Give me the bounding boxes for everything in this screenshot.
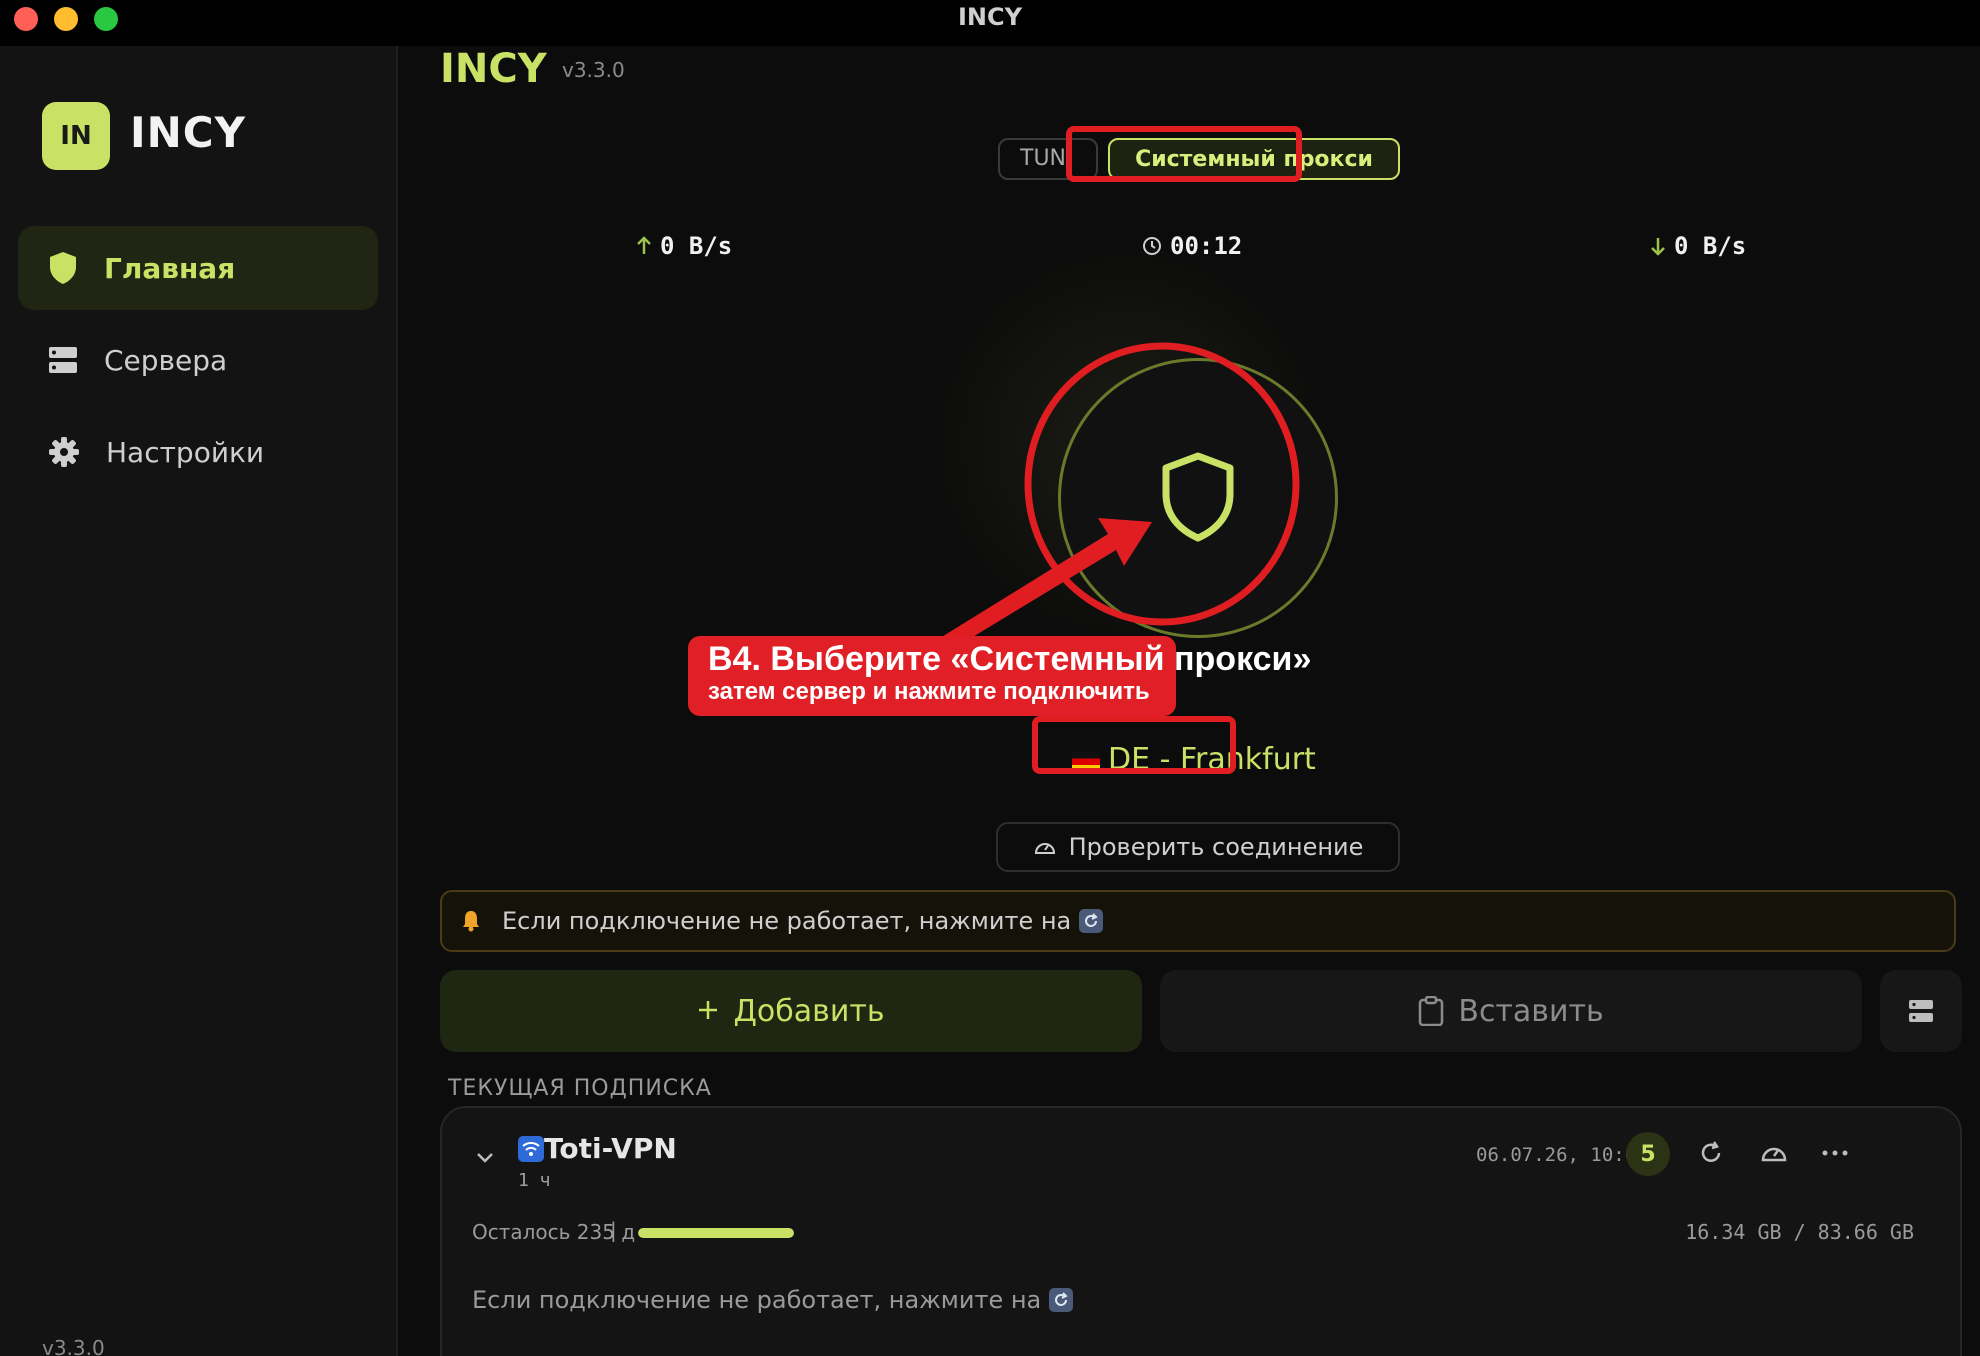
shield-icon xyxy=(50,252,76,284)
subscription-name: Toti-VPN xyxy=(544,1132,677,1165)
chevron-down-icon[interactable] xyxy=(476,1152,494,1164)
sidebar: IN INCY Главная Сервера Настройки v3.3.0 xyxy=(0,46,398,1356)
check-connection-button[interactable]: Проверить соединение xyxy=(996,822,1400,872)
sidebar-item-home[interactable]: Главная xyxy=(18,226,378,310)
paste-label: Вставить xyxy=(1458,993,1604,1029)
usage-progress-bar xyxy=(638,1228,794,1238)
highlight-box-proxy xyxy=(1066,126,1302,182)
bell-icon xyxy=(463,911,479,932)
callout-subtitle: затем сервер и нажмите подключить xyxy=(708,678,1150,705)
server-count-badge: 5 xyxy=(1626,1132,1670,1176)
upload-speed: 0 B/s xyxy=(636,232,732,260)
refresh-icon[interactable] xyxy=(1698,1140,1724,1166)
more-options-icon[interactable] xyxy=(1822,1150,1848,1156)
speedometer-icon[interactable] xyxy=(1760,1140,1788,1166)
wifi-icon xyxy=(518,1136,544,1162)
sidebar-item-settings[interactable]: Настройки xyxy=(18,410,378,494)
app-version: v3.3.0 xyxy=(562,58,625,82)
shield-outline-icon xyxy=(1162,452,1234,542)
sidebar-version: v3.3.0 xyxy=(42,1336,105,1356)
server-icon xyxy=(49,347,77,373)
add-label: Добавить xyxy=(733,993,885,1029)
check-connection-label: Проверить соединение xyxy=(1068,833,1364,861)
notice-text: Если подключение не работает, нажмите на xyxy=(502,907,1072,935)
usage-progress-fill xyxy=(638,1228,794,1238)
add-subscription-button[interactable]: Добавить xyxy=(440,970,1142,1052)
app-logo: IN xyxy=(42,102,110,170)
server-icon xyxy=(1909,1000,1933,1022)
subscription-message-text: Если подключение не работает, нажмите на xyxy=(472,1286,1042,1314)
sidebar-item-label: Главная xyxy=(104,251,236,285)
gear-icon xyxy=(49,437,79,467)
clipboard-icon xyxy=(1419,996,1444,1026)
paste-button[interactable]: Вставить xyxy=(1160,970,1862,1052)
refresh-icon xyxy=(1079,909,1104,933)
refresh-icon xyxy=(1049,1288,1074,1312)
main-panel: INCY v3.3.0 TUN Системный прокси 0 B/s 0… xyxy=(400,46,1980,1356)
traffic-usage: 16.34 GB / 83.66 GB xyxy=(1685,1220,1914,1244)
sidebar-item-servers[interactable]: Сервера xyxy=(18,318,378,402)
page-title: INCY xyxy=(440,46,547,92)
section-label-subscription: ТЕКУЩАЯ ПОДПИСКА xyxy=(448,1076,712,1101)
title-bar: INCY xyxy=(0,0,1980,46)
arrow-up-icon xyxy=(637,236,651,254)
callout-title: B4. Выберите «Системный прокси» xyxy=(708,640,1312,678)
app-logo-text: INCY xyxy=(130,108,247,157)
subscription-message: Если подключение не работает, нажмите на xyxy=(472,1286,1074,1314)
sidebar-item-label: Настройки xyxy=(106,435,265,469)
download-speed-value: 0 B/s xyxy=(1674,232,1747,260)
plus-icon xyxy=(697,994,719,1029)
window-title: INCY xyxy=(957,3,1022,31)
speedometer-icon xyxy=(1034,843,1055,854)
separator: | xyxy=(610,1218,617,1242)
server-list-button[interactable] xyxy=(1880,970,1962,1052)
subscription-card: Toti-VPN 1 ч 06.07.26, 10:06 5 Осталось … xyxy=(440,1106,1962,1356)
connect-button[interactable] xyxy=(1058,358,1338,638)
upload-speed-value: 0 B/s xyxy=(660,232,733,260)
notice-banner: Если подключение не работает, нажмите на xyxy=(440,890,1956,952)
arrow-down-icon xyxy=(1651,238,1665,256)
highlight-box-server xyxy=(1032,716,1236,774)
sidebar-item-label: Сервера xyxy=(104,343,228,377)
download-speed: 0 B/s xyxy=(1650,232,1746,260)
update-interval: 1 ч xyxy=(518,1170,551,1191)
subscription-updated-date: 06.07.26, 10:06 xyxy=(1476,1144,1648,1166)
